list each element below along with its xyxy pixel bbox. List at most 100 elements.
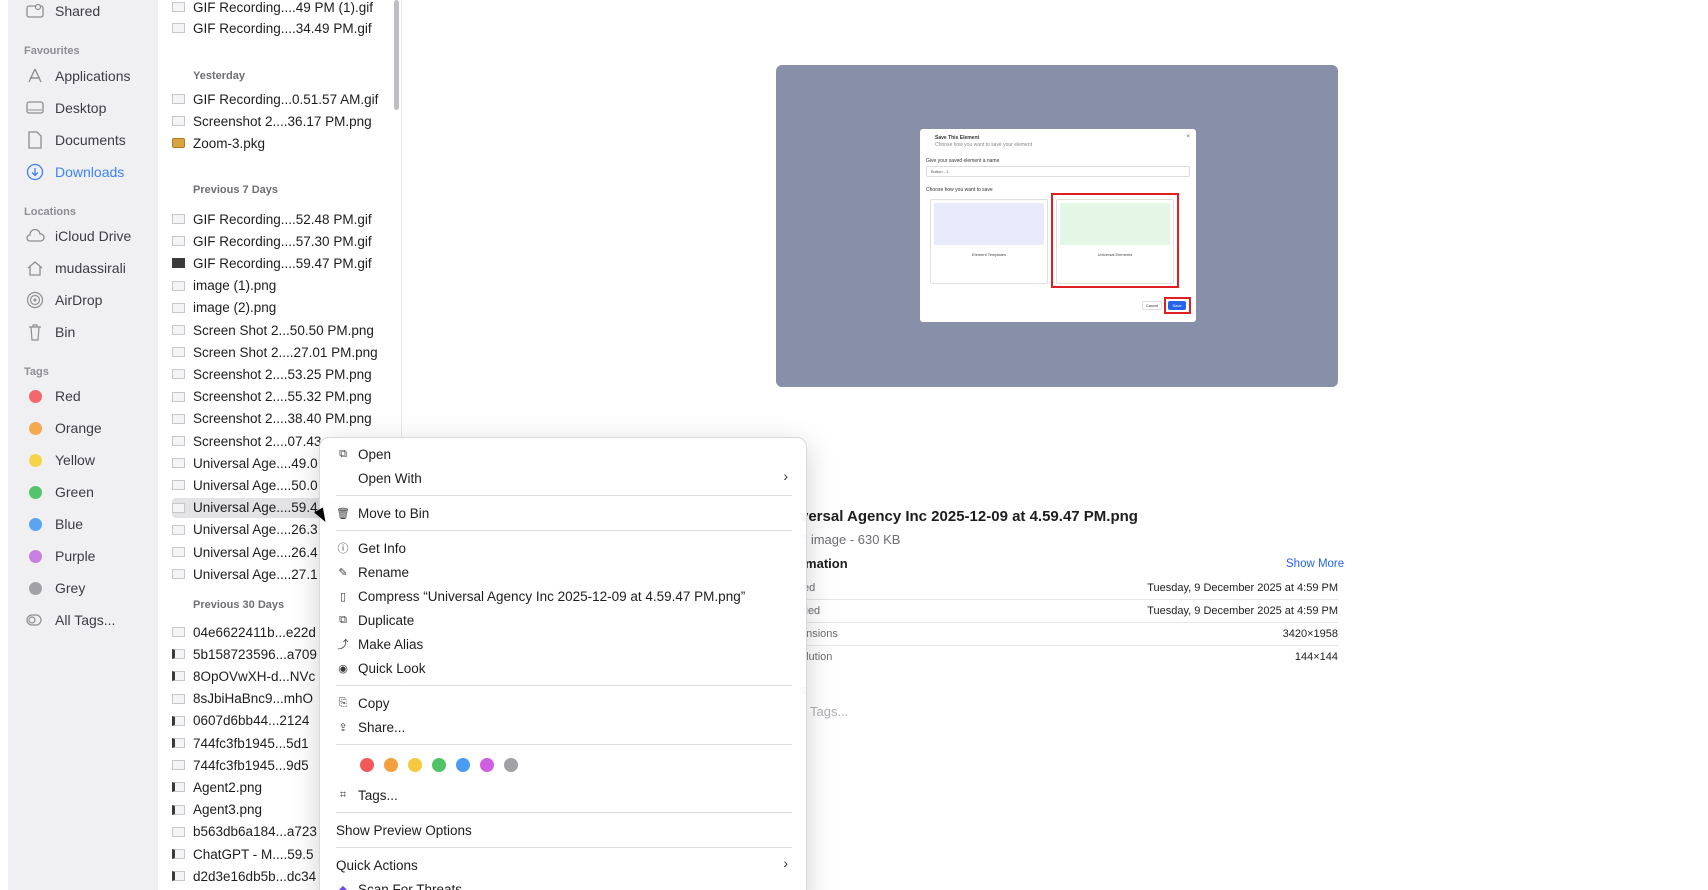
menu-tags[interactable]: ⌗ Tags... [336,785,398,805]
menu-open[interactable]: ⧉ Open [336,444,391,464]
tag-color-yellow[interactable] [408,758,422,772]
sidebar-item-bin[interactable]: Bin [24,319,75,345]
menu-divider [336,812,792,813]
chevron-right-icon: › [783,855,788,871]
tag-label: Orange [55,420,102,436]
menu-quick-actions[interactable]: Quick Actions [336,855,418,875]
file-row[interactable]: Screen Shot 2....27.01 PM.png [172,342,394,362]
file-row[interactable]: GIF Recording....59.47 PM.gif [172,253,394,273]
menu-open-with[interactable]: Open With [358,468,422,488]
tag-color-red[interactable] [360,758,374,772]
sidebar-item-downloads[interactable]: Downloads [24,159,124,185]
file-thumbnail-icon [172,547,185,557]
sidebar-label: All Tags... [55,612,116,628]
menu-label: Open [358,446,392,462]
file-row[interactable]: GIF Recording...0.51.57 AM.gif [172,89,394,109]
file-row[interactable]: GIF Recording....52.48 PM.gif [172,209,394,229]
file-name: Zoom-3.pkg [193,135,266,151]
file-thumbnail-icon [172,458,185,469]
trash-icon: 🗑 [336,507,350,520]
menu-compress[interactable]: ▯ Compress “Universal Agency Inc 2025-12-… [336,586,745,606]
menu-get-info[interactable]: ⓘ Get Info [336,538,407,558]
file-thumbnail-icon [172,369,185,380]
chevron-right-icon: › [783,468,788,484]
sidebar-item-documents[interactable]: Documents [24,127,126,153]
file-name: Agent2.png [193,779,263,795]
menu-move-to-bin[interactable]: 🗑 Move to Bin [336,503,429,523]
tag-color-purple[interactable] [480,758,494,772]
sidebar-item-airdrop[interactable]: AirDrop [24,287,102,313]
menu-scan-for-threats[interactable]: ◆ Scan For Threats [336,879,462,890]
eye-icon: ◉ [338,662,348,675]
sidebar-item-icloud[interactable]: iCloud Drive [24,223,131,249]
copy-icon: ⎘ [338,696,348,709]
show-more-link[interactable]: Show More [1286,558,1344,570]
download-icon [24,161,46,183]
menu-label: Get Info [358,540,407,556]
file-row[interactable]: Screenshot 2....36.17 PM.png [172,111,394,131]
file-row[interactable]: GIF Recording....34.49 PM.gif [172,18,394,38]
menu-divider [336,495,792,496]
file-thumbnail-icon [172,826,185,837]
sidebar-tag-grey[interactable]: Grey [24,575,85,601]
sidebar-item-applications[interactable]: Applications [24,63,131,89]
sidebar-item-home[interactable]: mudassirali [24,255,126,281]
file-name: GIF Recording....49 PM (1).gif [193,0,374,15]
menu-divider [336,685,792,686]
tag-color-grey[interactable] [504,758,518,772]
open-icon: ⧉ [339,447,347,460]
menu-copy[interactable]: ⎘ Copy [336,693,390,713]
menu-show-preview-options[interactable]: Show Preview Options [336,820,472,840]
sidebar-all-tags[interactable]: All Tags... [24,607,115,633]
file-list-scrollbar[interactable] [394,0,399,110]
file-row[interactable]: Screenshot 2....38.40 PM.png [172,409,394,429]
file-name: GIF Recording....34.49 PM.gif [193,20,372,36]
menu-label: Make Alias [358,636,424,652]
file-name: Universal Age....26.4 [193,544,318,560]
menu-share[interactable]: ⇪ Share... [336,717,405,737]
pencil-icon: ✎ [338,566,348,579]
sidebar-item-desktop[interactable]: Desktop [24,95,106,121]
tag-color-green[interactable] [432,758,446,772]
sidebar-tag-blue[interactable]: Blue [24,511,83,537]
tag-color-orange[interactable] [384,758,398,772]
sidebar-tag-purple[interactable]: Purple [24,543,95,569]
sidebar-tag-orange[interactable]: Orange [24,415,102,441]
sidebar-tag-green[interactable]: Green [24,479,94,505]
file-row[interactable]: GIF Recording....57.30 PM.gif [172,231,394,251]
file-row[interactable]: image (2).png [172,298,394,318]
file-row[interactable]: Screen Shot 2...50.50 PM.png [172,320,394,340]
menu-make-alias[interactable]: ⤴ Make Alias [336,634,424,654]
file-name: Universal Age....49.0 [193,455,318,471]
menu-quick-look[interactable]: ◉ Quick Look [336,658,425,678]
sidebar-tag-yellow[interactable]: Yellow [24,447,95,473]
file-row[interactable]: Zoom-3.pkg [172,133,394,153]
tag-dot-icon [28,549,42,563]
tag-color-blue[interactable] [456,758,470,772]
file-thumbnail-icon [172,391,185,402]
file-title: versal Agency Inc 2025-12-09 at 4.59.47 … [800,508,1138,525]
tags-input[interactable]: Tags... [810,704,848,719]
file-row[interactable]: Screenshot 2....55.32 PM.png [172,387,394,407]
document-icon [24,129,46,151]
sidebar-label: AirDrop [55,292,103,308]
menu-rename[interactable]: ✎ Rename [336,562,409,582]
airdrop-icon [24,289,46,311]
menu-duplicate[interactable]: ⧉ Duplicate [336,610,414,630]
tag-label: Blue [55,516,84,532]
file-row[interactable]: Screenshot 2....53.25 PM.png [172,364,394,384]
file-row[interactable]: image (1).png [172,276,394,296]
favourites-heading: Favourites [24,45,80,57]
menu-label: Duplicate [358,612,415,628]
menu-label: Rename [358,564,410,580]
sidebar-tag-red[interactable]: Red [24,383,81,409]
info-value: Tuesday, 9 December 2025 at 4:59 PM [1147,605,1338,617]
close-icon: × [1186,134,1190,140]
menu-label: Copy [358,695,390,711]
file-thumbnail-icon [172,760,185,771]
file-thumbnail-icon [172,413,185,424]
sidebar-item-shared[interactable]: Shared [24,0,100,24]
file-thumbnail-icon [172,116,185,126]
preview-card-label: Element Templates [972,252,1006,257]
file-row[interactable]: GIF Recording....49 PM (1).gif [172,0,394,17]
